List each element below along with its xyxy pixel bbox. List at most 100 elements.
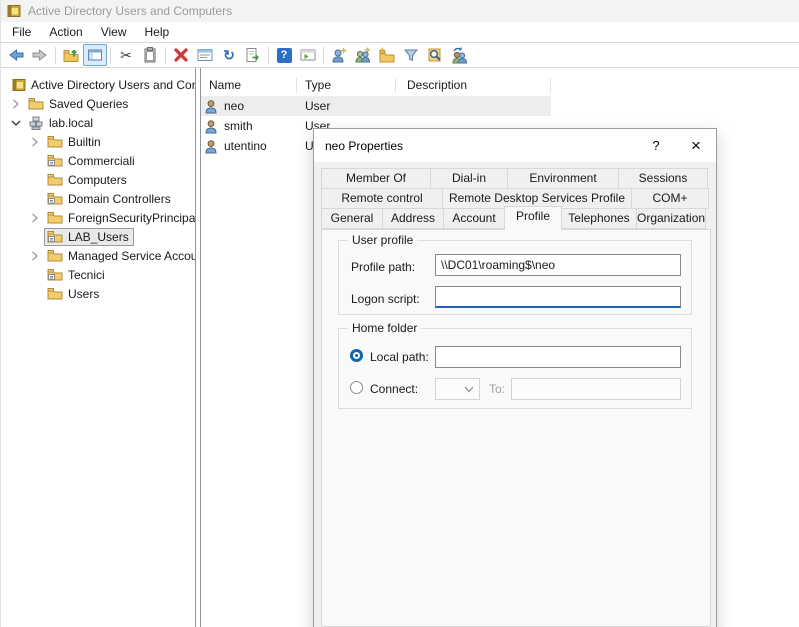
tab-dial-in[interactable]: Dial-in [430, 168, 508, 189]
show-console-tree-icon[interactable] [83, 44, 107, 66]
tab-environment[interactable]: Environment [507, 168, 619, 189]
chevron-down-icon [464, 386, 474, 393]
tab-address[interactable]: Address [382, 208, 444, 229]
local-path-radio[interactable] [350, 349, 363, 362]
tree-item-label: Domain Controllers [68, 192, 171, 206]
up-one-level-icon[interactable] [59, 44, 83, 66]
connect-radio[interactable] [350, 381, 363, 394]
profile-path-label: Profile path: [351, 260, 415, 274]
tree-item-managed-service-accounts[interactable]: Managed Service Accounts [1, 246, 195, 265]
profile-tab-page: User profile Profile path: Logon script:… [321, 229, 711, 627]
menu-bar: File Action View Help [1, 22, 799, 43]
properties-icon[interactable] [193, 44, 217, 66]
tree-item-saved-queries[interactable]: Saved Queries [1, 94, 195, 113]
user-icon [204, 99, 218, 114]
find-icon[interactable] [423, 44, 447, 66]
column-header-name[interactable]: Name [201, 75, 297, 96]
new-ou-icon[interactable] [375, 44, 399, 66]
tree-item-computers[interactable]: Computers [1, 170, 195, 189]
update-users-icon[interactable] [447, 44, 471, 66]
column-header-description[interactable]: Description [396, 75, 551, 96]
cell-name: utentino [224, 139, 267, 153]
tab-telephones[interactable]: Telephones [561, 208, 637, 229]
folder-icon [47, 173, 63, 186]
tab-organization[interactable]: Organization [636, 208, 706, 229]
drive-letter-dropdown[interactable] [435, 378, 480, 400]
dialog-title: neo Properties [325, 139, 636, 153]
action-pane-icon[interactable] [296, 44, 320, 66]
ou-folder-icon [47, 154, 63, 167]
tree-item-lab-users[interactable]: LAB_Users [1, 227, 195, 246]
tree-item-users[interactable]: Users [1, 284, 195, 303]
logon-script-input[interactable] [435, 286, 681, 308]
help-icon[interactable]: ? [272, 44, 296, 66]
connect-to-input[interactable] [511, 378, 681, 400]
home-folder-group: Home folder Local path: Connect: To: [338, 328, 692, 409]
back-icon[interactable] [4, 44, 28, 66]
menu-view[interactable]: View [92, 22, 136, 43]
cell-type: User [297, 99, 396, 113]
tree-item-label: lab.local [49, 116, 93, 130]
list-row-neo[interactable]: neo User [201, 96, 551, 116]
tree-item-label: Saved Queries [49, 97, 128, 111]
new-group-icon[interactable] [351, 44, 375, 66]
tab-general[interactable]: General [321, 208, 383, 229]
tree-item-tecnici[interactable]: Tecnici [1, 265, 195, 284]
column-header-type[interactable]: Type [297, 75, 396, 96]
toolbar-separator [110, 47, 111, 64]
local-path-input[interactable] [435, 346, 681, 368]
chevron-right-icon[interactable] [26, 251, 44, 261]
group-legend: User profile [348, 233, 417, 247]
tab-account[interactable]: Account [443, 208, 505, 229]
toolbar: ✂ ↻ ? [1, 43, 799, 68]
neo-properties-dialog: neo Properties ? × Member Of Dial-in Env… [313, 128, 717, 627]
refresh-icon[interactable]: ↻ [217, 44, 241, 66]
toolbar-separator [165, 47, 166, 64]
close-icon[interactable]: × [676, 129, 716, 162]
tree-item-root[interactable]: Active Directory Users and Computers [1, 75, 195, 94]
chevron-down-icon[interactable] [7, 119, 25, 127]
filter-icon[interactable] [399, 44, 423, 66]
logon-script-label: Logon script: [351, 292, 420, 306]
user-profile-group: User profile Profile path: Logon script: [338, 240, 692, 315]
menu-help[interactable]: Help [136, 22, 179, 43]
tree-item-foreign-security-principals[interactable]: ForeignSecurityPrincipals [1, 208, 195, 227]
tree-item-lab-local[interactable]: lab.local [1, 113, 195, 132]
tree-item-domain-controllers[interactable]: Domain Controllers [1, 189, 195, 208]
folder-icon [47, 135, 63, 148]
help-button[interactable]: ? [636, 129, 676, 162]
connect-label: Connect: [370, 382, 418, 396]
ou-folder-icon [47, 230, 63, 243]
tree-item-commerciali[interactable]: Commerciali [1, 151, 195, 170]
delete-icon[interactable] [169, 44, 193, 66]
profile-path-input[interactable] [435, 254, 681, 276]
list-header: Name Type Description [201, 75, 799, 96]
toolbar-separator [55, 47, 56, 64]
tree-item-builtin[interactable]: Builtin [1, 132, 195, 151]
folder-icon [47, 249, 63, 262]
tree-item-label: Active Directory Users and Computers [31, 78, 195, 92]
window-title: Active Directory Users and Computers [28, 4, 232, 18]
tree-item-label: Commerciali [68, 154, 135, 168]
tab-member-of[interactable]: Member Of [321, 168, 431, 189]
forward-icon[interactable] [28, 44, 52, 66]
menu-action[interactable]: Action [40, 22, 91, 43]
tab-profile[interactable]: Profile [504, 206, 562, 230]
tab-com-plus[interactable]: COM+ [631, 188, 709, 209]
tree-item-label: LAB_Users [68, 230, 129, 244]
tab-sessions[interactable]: Sessions [618, 168, 708, 189]
console-icon [12, 78, 26, 92]
cut-icon[interactable]: ✂ [114, 44, 138, 66]
tree-item-label: Managed Service Accounts [68, 249, 195, 263]
menu-file[interactable]: File [3, 22, 40, 43]
ou-folder-icon [47, 192, 63, 205]
tree-item-label: Builtin [68, 135, 101, 149]
paste-icon[interactable] [138, 44, 162, 66]
chevron-right-icon[interactable] [26, 213, 44, 223]
tab-remote-control[interactable]: Remote control [321, 188, 443, 209]
chevron-right-icon[interactable] [7, 99, 25, 109]
export-list-icon[interactable] [241, 44, 265, 66]
new-user-icon[interactable] [327, 44, 351, 66]
chevron-right-icon[interactable] [26, 137, 44, 147]
toolbar-separator [323, 47, 324, 64]
